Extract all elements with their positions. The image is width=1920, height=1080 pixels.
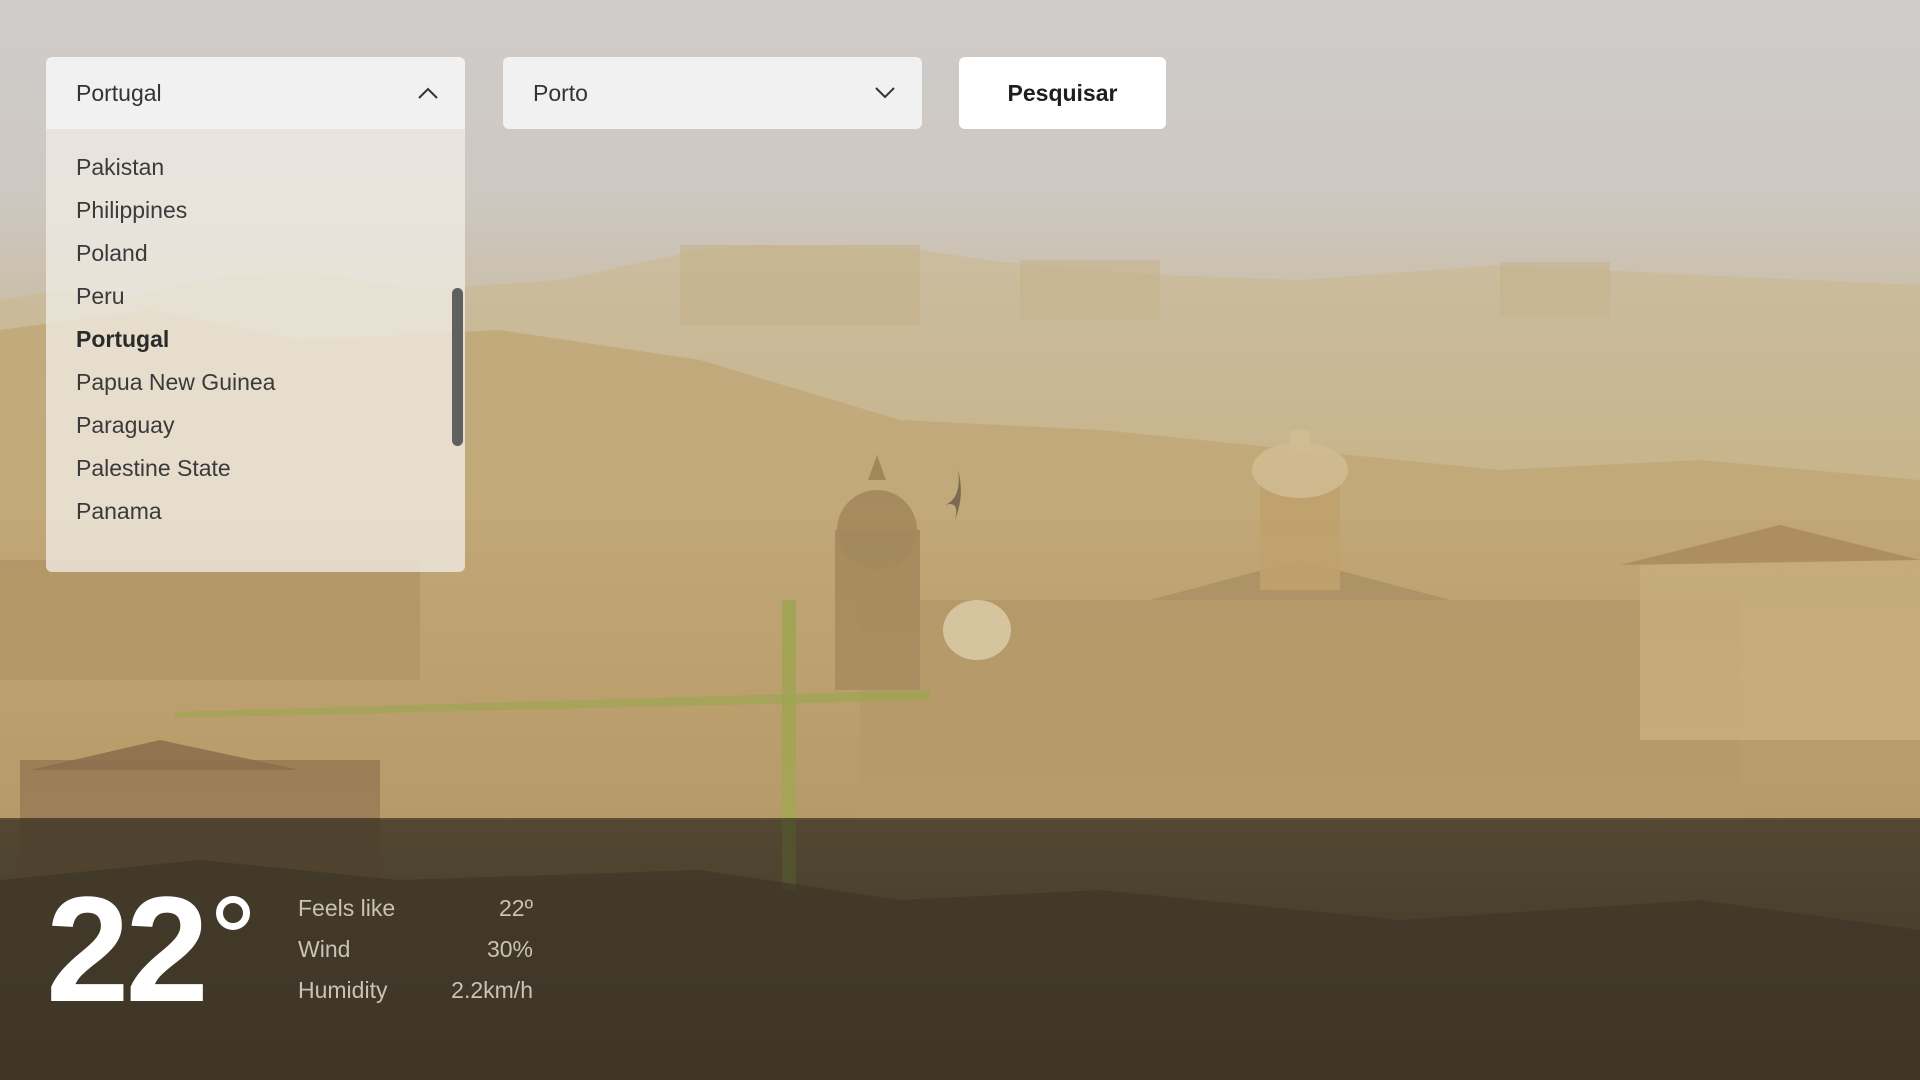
country-option-poland[interactable]: Poland	[46, 232, 465, 275]
feels-like-value: 22º	[499, 895, 533, 921]
country-dropdown-list: Pakistan Philippines Poland Peru Portuga…	[46, 129, 465, 572]
country-option-panama[interactable]: Panama	[46, 490, 465, 533]
dropdown-scrollbar[interactable]	[452, 288, 463, 446]
humidity-value: 2.2km/h	[451, 977, 533, 1003]
city-select[interactable]: Porto	[503, 57, 922, 129]
city-select-value: Porto	[533, 79, 588, 106]
humidity-label: Humidity	[298, 977, 388, 1003]
search-button[interactable]: Pesquisar	[959, 57, 1166, 129]
country-option-portugal[interactable]: Portugal	[46, 318, 465, 361]
chevron-up-icon	[418, 87, 438, 99]
feels-like-label: Feels like	[298, 895, 396, 921]
country-option-paraguay[interactable]: Paraguay	[46, 404, 465, 447]
country-option-pakistan[interactable]: Pakistan	[46, 146, 465, 189]
country-select[interactable]: Portugal	[46, 57, 465, 129]
temperature-value: 22	[46, 865, 209, 1033]
wind-label: Wind	[298, 936, 351, 962]
weather-info-bar	[0, 818, 1920, 1080]
wind-value: 30%	[486, 936, 533, 962]
country-option-papua-new-guinea[interactable]: Papua New Guinea	[46, 361, 465, 404]
country-select-value: Portugal	[76, 79, 162, 106]
weather-app: Portugal Pakistan Philippines Poland Per…	[0, 0, 1920, 1080]
country-option-philippines[interactable]: Philippines	[46, 189, 465, 232]
degree-symbol-icon	[216, 896, 250, 930]
country-option-palestine-state[interactable]: Palestine State	[46, 447, 465, 490]
country-option-peru[interactable]: Peru	[46, 275, 465, 318]
chevron-down-icon	[875, 87, 895, 99]
